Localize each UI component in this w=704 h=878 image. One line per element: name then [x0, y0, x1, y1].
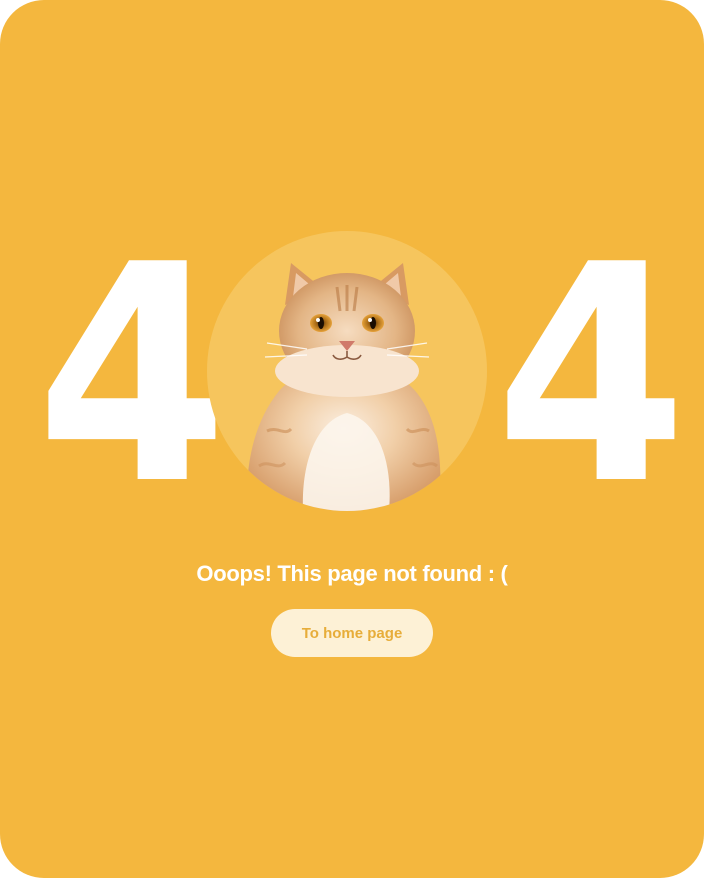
home-page-button[interactable]: To home page — [271, 609, 433, 657]
cat-photo — [246, 263, 441, 511]
error-card: 4 4 Ooops! This page not found: (To ho… — [0, 0, 704, 878]
cat-circle — [207, 231, 487, 511]
error-digit-right: 4 — [495, 201, 687, 550]
error-digit-left: 4 — [36, 201, 228, 550]
error-message: Ooops! This page not found : ( — [196, 561, 508, 586]
